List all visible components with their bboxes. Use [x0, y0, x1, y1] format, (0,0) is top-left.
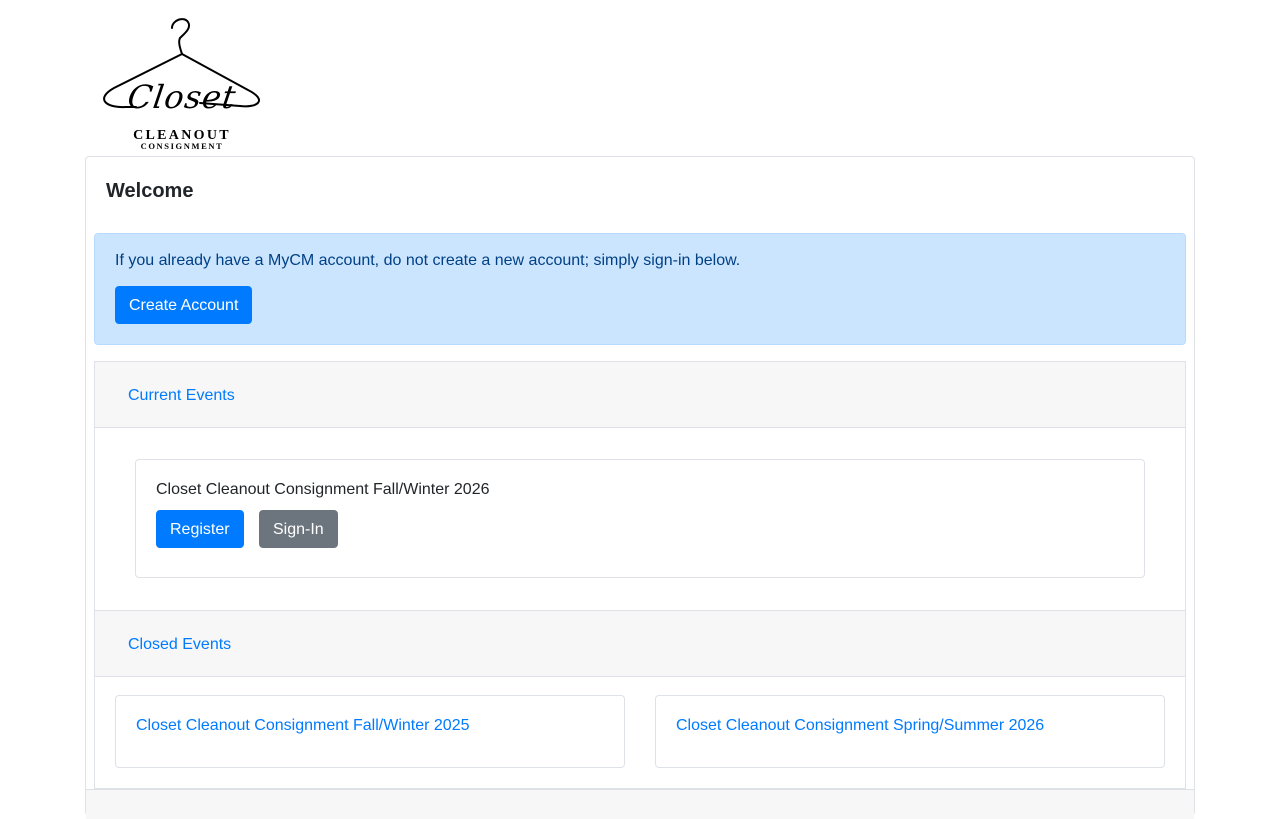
closed-events-header: Closed Events	[95, 611, 1185, 677]
event-title: Closet Cleanout Consignment Fall/Winter …	[156, 481, 490, 498]
current-events-section: Current Events Closet Cleanout Consignme…	[94, 361, 1186, 611]
info-alert: If you already have a MyCM account, do n…	[94, 233, 1186, 345]
current-events-header: Current Events	[95, 362, 1185, 428]
current-event-card: Closet Cleanout Consignment Fall/Winter …	[135, 459, 1145, 578]
closed-events-toggle[interactable]: Closed Events	[128, 633, 231, 657]
closed-event-card: Closet Cleanout Consignment Spring/Summe…	[655, 695, 1165, 768]
register-button[interactable]: Register	[156, 510, 244, 548]
closed-event-link[interactable]: Closet Cleanout Consignment Fall/Winter …	[136, 714, 470, 738]
closed-events-section: Closed Events Closet Cleanout Consignmen…	[94, 610, 1186, 789]
logo-word-consignment: CONSIGNMENT	[140, 141, 224, 151]
card-footer	[86, 789, 1194, 819]
current-events-toggle[interactable]: Current Events	[128, 384, 235, 408]
closed-event-link[interactable]: Closet Cleanout Consignment Spring/Summe…	[676, 714, 1044, 738]
create-account-button[interactable]: Create Account	[115, 286, 253, 324]
brand-logo: Closet CLEANOUT CONSIGNMENT	[100, 16, 264, 150]
logo-script-text: Closet	[125, 78, 239, 116]
sign-in-button[interactable]: Sign-In	[259, 510, 338, 548]
page-title: Welcome	[106, 180, 194, 202]
closed-event-card: Closet Cleanout Consignment Fall/Winter …	[115, 695, 625, 768]
hanger-icon	[103, 18, 261, 109]
main-card: Welcome If you already have a MyCM accou…	[85, 156, 1195, 819]
alert-message: If you already have a MyCM account, do n…	[115, 252, 741, 269]
